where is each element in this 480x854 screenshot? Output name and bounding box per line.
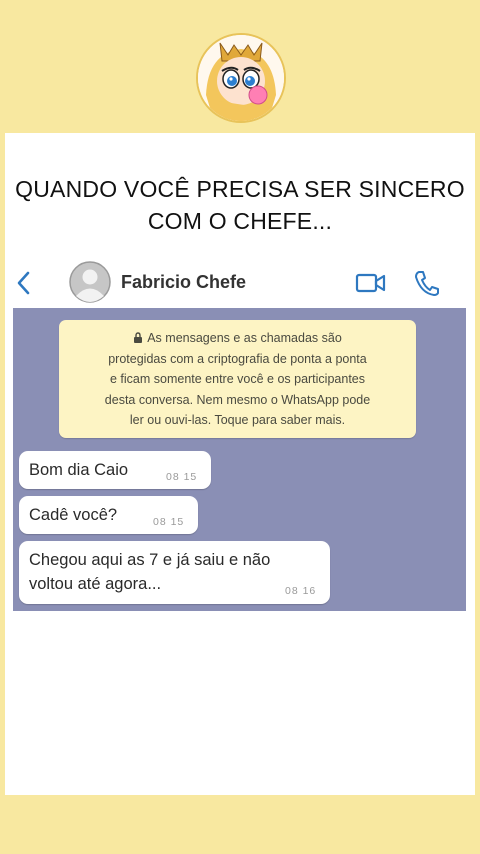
encryption-notice[interactable]: As mensagens e as chamadas são protegida…: [59, 320, 416, 438]
default-avatar-icon: [69, 261, 111, 303]
message-time: 08 16: [285, 585, 317, 597]
caption-line-1: QUANDO VOCÊ PRECISA SER SINCERO: [15, 176, 465, 202]
message-text: voltou até agora...: [29, 575, 162, 593]
incoming-message[interactable]: Bom dia Caio 08 15: [19, 451, 211, 489]
contact-avatar[interactable]: [69, 261, 111, 303]
cartoon-girl-icon: [198, 35, 284, 121]
phone-call-button[interactable]: [413, 269, 439, 297]
incoming-message[interactable]: Cadê você? 08 15: [19, 496, 198, 534]
encryption-notice-line: As mensagens e as chamadas são: [69, 328, 406, 349]
meme-caption: QUANDO VOCÊ PRECISA SER SINCERO COM O CH…: [5, 173, 475, 237]
incoming-message[interactable]: Chegou aqui as 7 e já saiu e não voltou …: [19, 541, 330, 604]
message-time: 08 15: [166, 471, 198, 483]
message-time: 08 15: [153, 516, 185, 528]
profile-avatar[interactable]: [196, 33, 286, 123]
contact-name[interactable]: Fabricio Chefe: [121, 272, 246, 293]
encryption-notice-line: desta conversa. Nem mesmo o WhatsApp pod…: [104, 392, 371, 407]
back-arrow-icon: [17, 271, 30, 295]
encryption-notice-line: protegidas com a criptografia de ponta a…: [108, 351, 367, 366]
lock-icon: [134, 332, 143, 343]
encryption-notice-text: As mensagens e as chamadas são: [147, 331, 342, 345]
video-call-icon: [355, 273, 386, 293]
chat-header: Fabricio Chefe: [5, 259, 475, 307]
message-text: Chegou aqui as 7 e já saiu e não: [29, 551, 271, 569]
encryption-notice-line: e ficam somente entre você e os particip…: [110, 372, 365, 386]
chat-area[interactable]: As mensagens e as chamadas são protegida…: [13, 308, 466, 611]
encryption-notice-line: ler ou ouvi-las. Toque para saber mais.: [129, 413, 346, 427]
content-card: QUANDO VOCÊ PRECISA SER SINCERO COM O CH…: [5, 133, 475, 795]
video-call-button[interactable]: [355, 271, 387, 295]
caption-line-2: COM O CHEFE...: [147, 208, 333, 234]
back-button[interactable]: [11, 269, 35, 297]
phone-call-icon: [415, 271, 439, 296]
